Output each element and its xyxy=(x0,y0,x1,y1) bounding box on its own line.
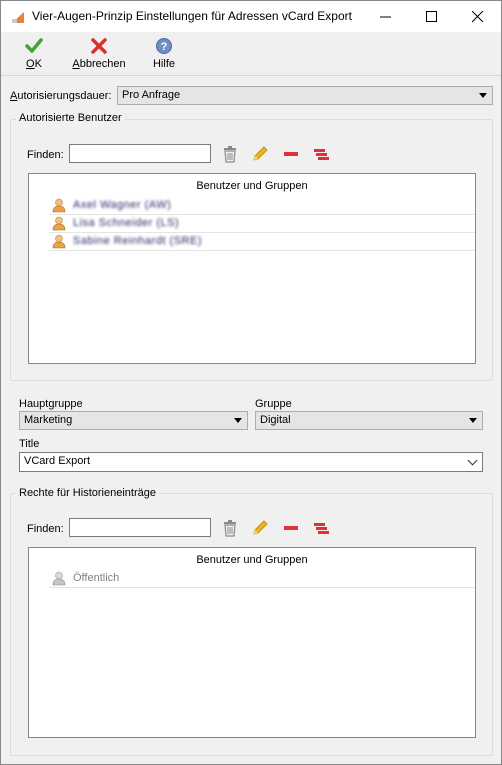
user-name: Lisa Schneider (LS) xyxy=(73,217,180,229)
find-label: Finden: xyxy=(27,149,64,161)
user-icon xyxy=(52,198,66,213)
cross-icon xyxy=(91,38,107,54)
remove-all-icon[interactable] xyxy=(312,145,330,163)
gruppe-select[interactable]: Digital xyxy=(255,411,483,430)
pencil-icon[interactable] xyxy=(251,145,269,163)
authorized-find-input[interactable] xyxy=(69,144,211,163)
history-rights-title: Rechte für Historieneinträge xyxy=(16,487,159,499)
authorized-users-title: Autorisierte Benutzer xyxy=(16,112,125,124)
chevron-down-icon xyxy=(467,455,478,466)
trash-icon[interactable] xyxy=(221,519,239,537)
svg-text:?: ? xyxy=(161,41,168,53)
pencil-icon[interactable] xyxy=(251,519,269,537)
authorized-users-list[interactable]: Benutzer und Gruppen Axel Wagner (AW) Li… xyxy=(28,173,476,364)
window-title: Vier-Augen-Prinzip Einstellungen für Adr… xyxy=(32,9,352,23)
trash-icon[interactable] xyxy=(221,145,239,163)
find-label: Finden: xyxy=(27,523,64,535)
title-label: Title xyxy=(19,438,40,450)
duration-select-value: Pro Anfrage xyxy=(122,89,181,101)
cancel-label-accel: A xyxy=(72,58,80,70)
gruppe-value: Digital xyxy=(260,414,291,426)
user-icon xyxy=(52,216,66,231)
ok-button[interactable]: OK xyxy=(23,37,45,70)
user-name: Axel Wagner (AW) xyxy=(73,199,172,211)
dropdown-arrow-icon xyxy=(234,418,242,423)
duration-select[interactable]: Pro Anfrage xyxy=(117,86,493,105)
title-bar: Vier-Augen-Prinzip Einstellungen für Adr… xyxy=(1,1,501,32)
help-label: Hilfe xyxy=(152,58,175,70)
ok-label-accel: O xyxy=(26,58,35,70)
title-value: VCard Export xyxy=(24,455,91,467)
checkmark-icon xyxy=(25,38,43,53)
minimize-icon xyxy=(380,16,391,18)
list-item[interactable]: Lisa Schneider (LS) xyxy=(49,215,475,233)
minimize-button[interactable] xyxy=(363,1,409,32)
toolbar-divider xyxy=(1,75,501,76)
public-entry: Öffentlich xyxy=(73,572,120,584)
dropdown-arrow-icon xyxy=(479,93,487,98)
list-item[interactable]: Sabine Reinhardt (SRE) xyxy=(49,233,475,251)
remove-icon[interactable] xyxy=(282,145,300,163)
maximize-button[interactable] xyxy=(409,1,455,32)
maximize-icon xyxy=(426,11,437,22)
remove-icon[interactable] xyxy=(282,519,300,537)
cancel-label-rest: bbrechen xyxy=(79,58,126,70)
history-find-input[interactable] xyxy=(69,518,211,537)
list-item[interactable]: Axel Wagner (AW) xyxy=(49,197,475,215)
close-icon xyxy=(472,11,484,23)
app-icon xyxy=(12,12,24,23)
cancel-button[interactable]: Abbrechen xyxy=(71,37,127,70)
dialog-window: Vier-Augen-Prinzip Einstellungen für Adr… xyxy=(0,0,502,765)
list-header: Benutzer und Gruppen xyxy=(196,180,308,192)
duration-label: Autorisierungsdauer: xyxy=(10,90,112,102)
help-icon: ? xyxy=(156,38,172,54)
list-header: Benutzer und Gruppen xyxy=(196,554,308,566)
list-item[interactable]: Öffentlich xyxy=(49,570,475,588)
toolbar: OK Abbrechen ? Hilfe xyxy=(1,32,501,74)
dropdown-arrow-icon xyxy=(469,418,477,423)
title-select[interactable]: VCard Export xyxy=(19,452,483,472)
hauptgruppe-value: Marketing xyxy=(24,414,73,426)
user-icon xyxy=(52,571,66,586)
user-icon xyxy=(52,234,66,249)
user-name: Sabine Reinhardt (SRE) xyxy=(73,235,203,247)
hauptgruppe-select[interactable]: Marketing xyxy=(19,411,248,430)
hauptgruppe-label: Hauptgruppe xyxy=(19,398,83,410)
help-button[interactable]: ? Hilfe xyxy=(151,37,177,70)
history-rights-list[interactable]: Benutzer und Gruppen Öffentlich xyxy=(28,547,476,738)
duration-label-rest: utorisierungsdauer: xyxy=(17,90,112,102)
gruppe-label: Gruppe xyxy=(255,398,292,410)
ok-label-rest: K xyxy=(34,58,42,70)
remove-all-icon[interactable] xyxy=(312,519,330,537)
close-button[interactable] xyxy=(455,1,501,32)
